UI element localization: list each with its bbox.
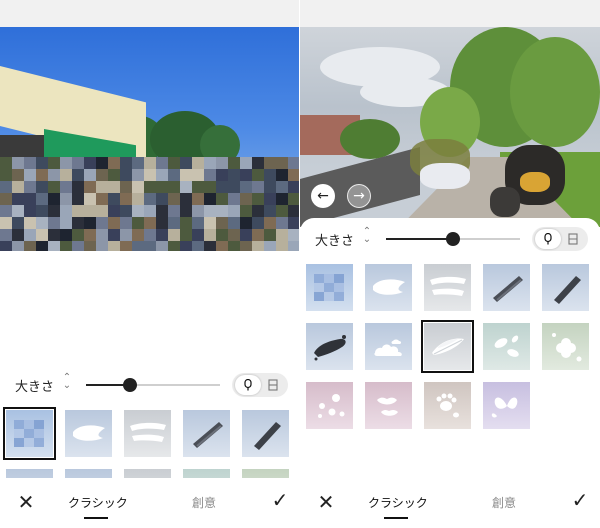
brush-clover-flowers[interactable] xyxy=(542,323,589,370)
brush-leaves[interactable] xyxy=(483,323,530,370)
mode-toggle[interactable] xyxy=(232,373,288,397)
close-icon[interactable]: ✕ xyxy=(316,490,336,514)
brush-panel: 大きさ ⌃ ⌄ ✕ クラシック 創意 ✓ xyxy=(0,364,300,528)
right-screen: ← → 大きさ ⌃ ⌄ ✕ クラシック 創意 ✓ xyxy=(300,0,600,528)
brush-butterflies[interactable] xyxy=(483,382,530,429)
tab-creative[interactable]: 創意 xyxy=(192,494,216,511)
chevron-updown-icon[interactable]: ⌃ ⌄ xyxy=(362,227,372,245)
tab-creative[interactable]: 創意 xyxy=(492,494,516,511)
brush-grid xyxy=(306,264,596,429)
size-label: 大きさ xyxy=(315,234,355,249)
brush-clouds[interactable] xyxy=(365,323,412,370)
eraser-icon[interactable] xyxy=(560,229,586,249)
paint-stroke xyxy=(520,172,550,192)
eraser-icon[interactable] xyxy=(260,375,286,395)
active-tab-indicator xyxy=(84,517,108,519)
slider-knob[interactable] xyxy=(446,232,460,246)
brush-feathers[interactable] xyxy=(421,320,474,373)
left-screen: 大きさ ⌃ ⌄ ✕ クラシック 創意 ✓ xyxy=(0,0,300,528)
size-slider[interactable] xyxy=(386,232,520,246)
arrow-left-icon[interactable]: ← xyxy=(311,184,335,208)
photo-canvas[interactable] xyxy=(0,27,300,251)
pen-tip-icon[interactable] xyxy=(235,375,261,395)
building xyxy=(0,65,146,205)
arrow-right-icon[interactable]: → xyxy=(347,184,371,208)
bottom-bar: ✕ クラシック 創意 ✓ xyxy=(300,478,600,528)
paint-stroke xyxy=(490,187,520,217)
brush-pixel-mosaic[interactable] xyxy=(306,264,353,311)
brush-lips[interactable] xyxy=(365,382,412,429)
mode-toggle[interactable] xyxy=(532,227,588,251)
brush-marker-stroke-dark[interactable] xyxy=(542,264,589,311)
size-label: 大きさ xyxy=(15,380,55,395)
brush-ink-splash-dark[interactable] xyxy=(306,323,353,370)
brush-paint-stroke-double[interactable] xyxy=(124,410,171,457)
check-icon[interactable]: ✓ xyxy=(570,488,590,512)
size-slider[interactable] xyxy=(86,378,220,392)
tab-classic[interactable]: クラシック xyxy=(368,494,428,511)
status-bar xyxy=(300,0,600,27)
brush-chalk-stroke-dark[interactable] xyxy=(183,410,230,457)
brush-marker-stroke-dark[interactable] xyxy=(242,410,289,457)
brush-paw-prints[interactable] xyxy=(424,382,471,429)
size-row: 大きさ ⌃ ⌄ xyxy=(0,370,300,400)
brush-panel: 大きさ ⌃ ⌄ ✕ クラシック 創意 ✓ xyxy=(300,218,600,528)
bottom-bar: ✕ クラシック 創意 ✓ xyxy=(0,478,300,528)
brush-paint-stroke-double[interactable] xyxy=(424,264,471,311)
brush-paint-stroke-white[interactable] xyxy=(65,410,112,457)
tab-classic[interactable]: クラシック xyxy=(68,494,128,511)
photo-canvas[interactable] xyxy=(300,27,600,227)
close-icon[interactable]: ✕ xyxy=(16,490,36,514)
status-bar xyxy=(0,0,300,27)
size-row: 大きさ ⌃ ⌄ xyxy=(300,224,600,254)
chevron-updown-icon[interactable]: ⌃ ⌄ xyxy=(62,373,72,391)
active-tab-indicator xyxy=(384,517,408,519)
tree xyxy=(340,119,400,159)
slider-knob[interactable] xyxy=(123,378,137,392)
pen-tip-icon[interactable] xyxy=(535,229,561,249)
tree xyxy=(510,37,600,147)
brush-pixel-mosaic[interactable] xyxy=(3,407,56,460)
pixelated-area xyxy=(0,157,300,251)
check-icon[interactable]: ✓ xyxy=(270,488,290,512)
brush-chalk-stroke-dark[interactable] xyxy=(483,264,530,311)
paint-stroke xyxy=(420,163,470,189)
brush-sakura-petals[interactable] xyxy=(306,382,353,429)
brush-paint-stroke-white[interactable] xyxy=(365,264,412,311)
